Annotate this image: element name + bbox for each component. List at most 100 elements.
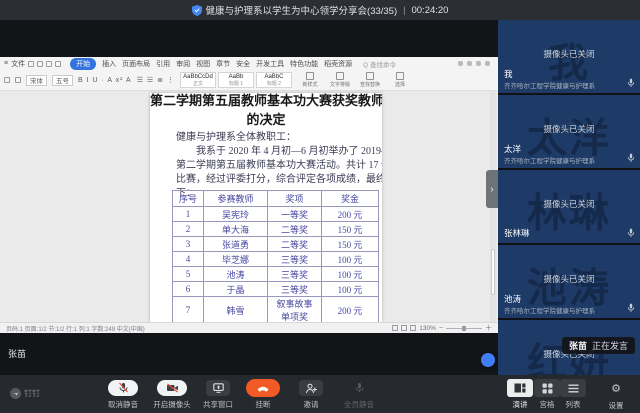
share-doc-icon[interactable]	[467, 61, 472, 66]
hamburger-menu-icon[interactable]: ≡	[4, 60, 8, 67]
doc-paragraph-line: 健康与护理系全体教职工：	[176, 131, 376, 145]
camera-muted-icon	[166, 383, 179, 393]
doc-title-line2: 的决定	[150, 109, 382, 128]
page-view-icon[interactable]	[392, 325, 398, 331]
unmute-button[interactable]: 取消静音	[95, 379, 151, 410]
font-format-buttons[interactable]: B I U · A x² A	[78, 77, 132, 84]
help-icon[interactable]	[485, 61, 490, 66]
award-table-cell: 三等奖	[268, 252, 322, 267]
sidebar-collapse-handle[interactable]: ›	[486, 170, 498, 208]
ribbon-tool-查找替换[interactable]: 查找替换	[357, 72, 383, 88]
style-gallery: AaBbCcDd正文AaBb标题 1AaBbC标题 2	[180, 72, 292, 88]
doc-scrollbar-thumb[interactable]	[491, 249, 495, 295]
ribbon-tab-章节[interactable]: 章节	[216, 59, 230, 69]
paragraph-buttons[interactable]: ☰ ☱ ≣ ⋮	[137, 76, 175, 84]
print-icon[interactable]	[37, 61, 43, 67]
doc-zoom-level: 130%	[419, 325, 436, 332]
ribbon-search[interactable]: Q 查找命令	[363, 59, 396, 69]
web-view-icon[interactable]	[410, 325, 416, 331]
award-table-cell: 100 元	[322, 282, 379, 297]
ribbon-tab-安全[interactable]: 安全	[236, 59, 250, 69]
participant-tile[interactable]: 林琳摄像头已关闭张林琳	[498, 170, 640, 243]
ribbon-tool-label: 查找替换	[360, 81, 380, 88]
participant-tile[interactable]: 我摄像头已关闭我齐齐哈尔工程学院健康与护理系	[498, 20, 640, 93]
undo-icon[interactable]	[46, 61, 52, 67]
outline-view-icon[interactable]	[401, 325, 407, 331]
share-window-label: 共享窗口	[203, 399, 233, 410]
ribbon-tool-group: 新样式文字排版查找替换选择	[297, 72, 413, 88]
camera-off-label: 摄像头已关闭	[498, 123, 640, 135]
speaking-toast: 张苗 正在发言	[562, 337, 635, 354]
award-table-cell: 200 元	[322, 207, 379, 222]
redo-icon[interactable]	[55, 61, 61, 67]
doc-status-info: 页码:1 页面:1/2 节:1/2 行:1 列:1 字数:249 中文(中国)	[6, 324, 145, 333]
award-table-cell: 200 元	[322, 297, 379, 323]
style-item[interactable]: AaBbC标题 2	[256, 72, 292, 88]
award-table-row: 7韩雪叙事故事 单项奖200 元	[173, 297, 379, 323]
participant-tile[interactable]: 池涛摄像头已关闭池涛齐齐哈尔工程学院健康与护理系	[498, 245, 640, 318]
award-table-cell: 二等奖	[268, 237, 322, 252]
format-painter-icon[interactable]	[15, 77, 21, 83]
style-item[interactable]: AaBb标题 1	[218, 72, 254, 88]
camera-off-label: 摄像头已关闭	[498, 273, 640, 285]
ribbon-tool-选择[interactable]: 选择	[387, 72, 413, 88]
award-table-cell: 张道勇	[204, 237, 268, 252]
document-canvas: 第二学期第五届教师基本功大赛获奖教师 的决定 健康与护理系全体教职工：我系于 2…	[0, 91, 498, 322]
paste-icon[interactable]	[4, 77, 10, 83]
zoom-in-icon[interactable]: ＋	[485, 323, 492, 333]
invite-person-icon	[305, 383, 317, 394]
ribbon-tab-视图[interactable]: 视图	[196, 59, 210, 69]
microphone-icon	[627, 78, 635, 88]
file-menu[interactable]: 文件	[11, 59, 25, 69]
ribbon-tab-审阅[interactable]: 审阅	[176, 59, 190, 69]
title-separator: |	[401, 5, 407, 15]
award-table-cell: 150 元	[322, 222, 379, 237]
ribbon-tab-页面布局[interactable]: 页面布局	[122, 59, 150, 69]
ribbon-tool-icon	[366, 72, 374, 80]
award-table-header: 奖项	[268, 191, 322, 207]
font-size-select[interactable]: 五号	[52, 75, 73, 86]
ribbon-tool-文字排版[interactable]: 文字排版	[327, 72, 353, 88]
ribbon-tab-引用[interactable]: 引用	[156, 59, 170, 69]
zoom-out-icon[interactable]: −	[439, 325, 443, 332]
ribbon-tool-新样式[interactable]: 新样式	[297, 72, 323, 88]
award-table-cell: 7	[173, 297, 204, 323]
award-table-cell: 于晶	[204, 282, 268, 297]
settings-button[interactable]: ⚙ 设置	[594, 379, 638, 411]
award-table-cell: 三等奖	[268, 282, 322, 297]
ribbon-tab-插入[interactable]: 插入	[102, 59, 116, 69]
mute-all-button[interactable]: 全员静音	[331, 379, 387, 410]
style-preview: AaBb	[229, 74, 244, 81]
font-name-select[interactable]: 宋体	[26, 75, 47, 86]
participant-name: 张林琳	[504, 227, 530, 239]
floating-action-button[interactable]	[481, 353, 495, 367]
award-table-header: 序号	[173, 191, 204, 207]
speaking-status: 正在发言	[592, 339, 628, 352]
zoom-slider[interactable]	[446, 328, 482, 329]
camera-off-label: 摄像头已关闭	[498, 198, 640, 210]
list-view-button[interactable]: 列表	[551, 379, 595, 410]
dingtalk-logo-icon	[10, 388, 21, 399]
participant-name: 我	[504, 68, 513, 80]
wps-document-window: ≡ 文件 开始插入页面布局引用审阅视图章节安全开发工具特色功能稻壳资源 Q 查找…	[0, 57, 498, 333]
award-table-cell: 二等奖	[268, 222, 322, 237]
award-table-cell: 韩雪	[204, 297, 268, 323]
ribbon-tab-稻壳资源[interactable]: 稻壳资源	[324, 59, 352, 69]
award-table-header-row: 序号参赛教师奖项奖金	[173, 191, 379, 207]
app-logo-label: 钉钉	[24, 388, 40, 399]
ribbon-tab-开始[interactable]: 开始	[70, 58, 96, 70]
unmute-label: 取消静音	[108, 399, 138, 410]
award-table-cell: 3	[173, 237, 204, 252]
security-shield-icon	[192, 5, 202, 16]
like-icon[interactable]	[476, 61, 481, 66]
award-table-cell: 单大海	[204, 222, 268, 237]
ribbon-tab-开发工具[interactable]: 开发工具	[256, 59, 284, 69]
style-label: 正文	[193, 81, 203, 87]
camera-on-label: 开启摄像头	[153, 399, 191, 410]
award-table-cell: 100 元	[322, 252, 379, 267]
style-item[interactable]: AaBbCcDd正文	[180, 72, 216, 88]
save-icon[interactable]	[28, 61, 34, 67]
participant-tile[interactable]: 太洋摄像头已关闭太洋齐齐哈尔工程学院健康与护理系	[498, 95, 640, 168]
ribbon-tab-特色功能[interactable]: 特色功能	[290, 59, 318, 69]
cloud-sync-icon[interactable]	[458, 61, 463, 66]
